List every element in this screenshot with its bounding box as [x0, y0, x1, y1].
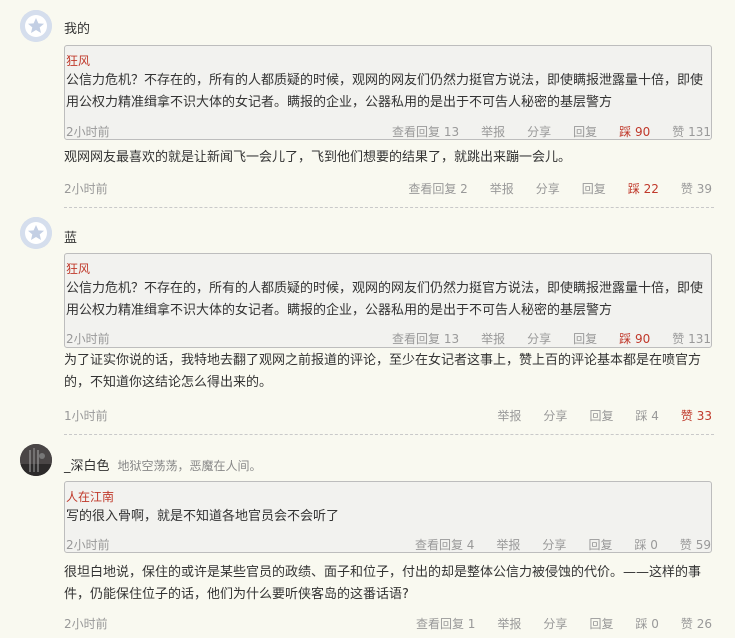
quote-author[interactable]: 狂风 [66, 52, 90, 69]
view-replies-link[interactable]: 查看回复 13 [392, 330, 459, 347]
divider [64, 207, 714, 208]
comment-time: 1小时前 [64, 409, 108, 423]
quoted-comment: 狂风 公信力危机？不存在的，所有的人都质疑的时候，观网的网友们仍然力挺官方说法，… [64, 45, 712, 140]
view-replies-link[interactable]: 查看回复 1 [416, 615, 475, 632]
downvote-button[interactable]: 踩 0 [635, 615, 658, 632]
quote-time: 2小时前 [66, 538, 110, 552]
reply-button[interactable]: 回复 [582, 180, 606, 197]
default-avatar-icon [20, 217, 52, 249]
comment-time: 2小时前 [64, 617, 108, 631]
view-replies-link[interactable]: 查看回复 13 [392, 123, 459, 140]
username[interactable]: 蓝 [64, 227, 77, 246]
share-button[interactable]: 分享 [542, 536, 566, 553]
view-replies-link[interactable]: 查看回复 2 [408, 180, 467, 197]
quote-text: 公信力危机？不存在的，所有的人都质疑的时候，观网的网友们仍然力挺官方说法，即使瞒… [66, 281, 704, 318]
view-replies-link[interactable]: 查看回复 4 [415, 536, 474, 553]
share-button[interactable]: 分享 [543, 407, 567, 424]
comment-text: 很坦白地说，保住的或许是某些官员的政绩、面子和位子，付出的却是整体公信力被侵蚀的… [64, 565, 702, 602]
share-button[interactable]: 分享 [543, 615, 567, 632]
avatar[interactable] [20, 444, 52, 476]
report-button[interactable]: 举报 [481, 330, 505, 347]
upvote-button[interactable]: 赞 59 [680, 536, 711, 553]
comment-item: _深白色 地狱空荡荡，恶魔在人间。 人在江南 写的很入骨啊，就是不知道各地官员会不… [0, 435, 735, 638]
username-line: _深白色 地狱空荡荡，恶魔在人间。 [64, 455, 262, 474]
user-photo-icon [20, 444, 52, 476]
avatar[interactable] [20, 217, 52, 249]
quote-time: 2小时前 [66, 332, 110, 346]
report-button[interactable]: 举报 [496, 536, 520, 553]
quote-text: 写的很入骨啊，就是不知道各地官员会不会听了 [66, 509, 340, 524]
avatar[interactable] [20, 10, 52, 42]
downvote-button[interactable]: 踩 0 [634, 536, 657, 553]
reply-button[interactable]: 回复 [573, 123, 597, 140]
upvote-button[interactable]: 赞 39 [681, 180, 712, 197]
username[interactable]: _深白色 [64, 459, 110, 474]
quote-author[interactable]: 人在江南 [66, 488, 114, 505]
quoted-comment: 狂风 公信力危机？不存在的，所有的人都质疑的时候，观网的网友们仍然力挺官方说法，… [64, 253, 712, 348]
comment-text: 为了证实你说的话，我特地去翻了观网之前报道的评论，至少在女记者这事上，赞上百的评… [64, 353, 702, 390]
report-button[interactable]: 举报 [497, 407, 521, 424]
downvote-button[interactable]: 踩 4 [635, 407, 658, 424]
report-button[interactable]: 举报 [490, 180, 514, 197]
upvote-button[interactable]: 赞 26 [681, 615, 712, 632]
share-button[interactable]: 分享 [536, 180, 560, 197]
reply-button[interactable]: 回复 [588, 536, 612, 553]
downvote-button[interactable]: 踩 22 [628, 180, 659, 197]
upvote-button[interactable]: 赞 131 [672, 123, 711, 140]
comment-item: 我的 狂风 公信力危机？不存在的，所有的人都质疑的时候，观网的网友们仍然力挺官方… [0, 0, 735, 210]
quote-time: 2小时前 [66, 125, 110, 139]
quote-text: 公信力危机？不存在的，所有的人都质疑的时候，观网的网友们仍然力挺官方说法，即使瞒… [66, 73, 704, 110]
reply-button[interactable]: 回复 [573, 330, 597, 347]
comment-text: 观网网友最喜欢的就是让新闻飞一会儿了，飞到他们想要的结果了，就跳出来蹦一会儿。 [64, 150, 572, 165]
comment-item: 蓝 狂风 公信力危机？不存在的，所有的人都质疑的时候，观网的网友们仍然力挺官方说… [0, 210, 735, 435]
reply-button[interactable]: 回复 [589, 615, 613, 632]
downvote-button[interactable]: 踩 90 [619, 123, 650, 140]
upvote-button[interactable]: 赞 33 [681, 407, 712, 424]
downvote-button[interactable]: 踩 90 [619, 330, 650, 347]
quoted-comment: 人在江南 写的很入骨啊，就是不知道各地官员会不会听了 2小时前 查看回复 4 举… [64, 481, 712, 553]
share-button[interactable]: 分享 [527, 330, 551, 347]
quote-author[interactable]: 狂风 [66, 260, 90, 277]
report-button[interactable]: 举报 [481, 123, 505, 140]
reply-button[interactable]: 回复 [589, 407, 613, 424]
default-avatar-icon [20, 10, 52, 42]
report-button[interactable]: 举报 [497, 615, 521, 632]
user-motto: 地狱空荡荡，恶魔在人间。 [117, 459, 262, 473]
comment-time: 2小时前 [64, 182, 108, 196]
username[interactable]: 我的 [64, 18, 90, 37]
share-button[interactable]: 分享 [527, 123, 551, 140]
upvote-button[interactable]: 赞 131 [672, 330, 711, 347]
